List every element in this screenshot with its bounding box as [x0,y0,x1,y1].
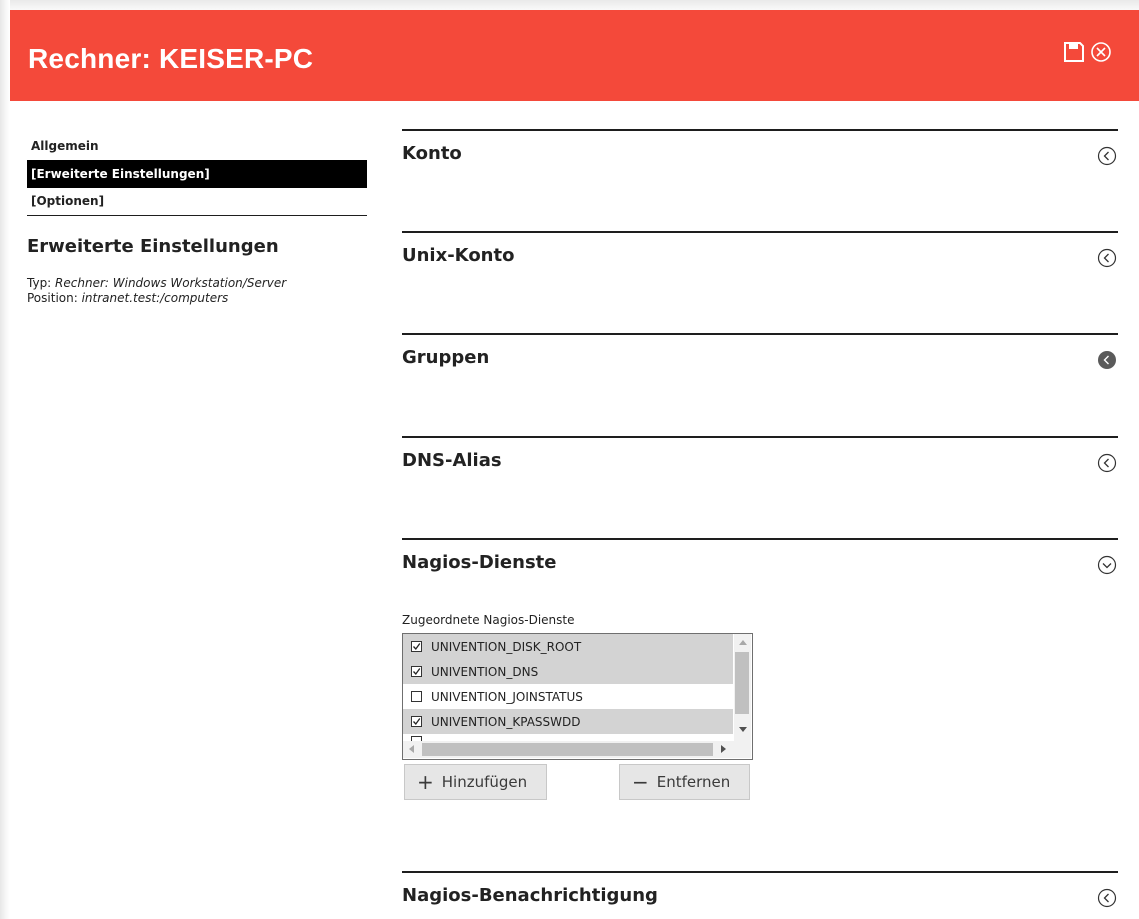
minus-icon: − [632,770,649,794]
section-gruppen: Gruppen [402,333,1118,369]
close-circle-icon[interactable] [1089,40,1113,64]
add-button-label: Hinzufügen [441,773,528,791]
section-nagios-dienste: Nagios-Dienste Zugeordnete Nagios-Dienst… [402,538,1118,800]
remove-button[interactable]: − Entfernen [619,764,750,800]
section-title-dns-alias[interactable]: DNS-Alias [402,450,502,471]
section-title-gruppen[interactable]: Gruppen [402,347,489,368]
service-name: UNIVENTION_DISK_ROOT [431,639,582,654]
service-name: UNIVENTION_JOINSTATUS [431,689,583,704]
add-button[interactable]: + Hinzufügen [404,764,547,800]
remove-button-label: Entfernen [656,773,731,791]
page-title: Erweiterte Einstellungen [27,236,279,257]
service-name: UNIVENTION_DNS [431,664,539,679]
scroll-down-icon[interactable] [739,727,747,732]
type-value: Rechner: Windows Workstation/Server [55,276,287,290]
section-title-konto[interactable]: Konto [402,143,462,164]
vertical-scrollbar[interactable] [734,634,751,741]
nav-item-allgemein[interactable]: Allgemein [27,133,367,160]
dialog-header: Rechner: KEISER-PC [10,10,1139,101]
nav-divider [27,215,367,216]
checkbox[interactable] [411,666,422,677]
window-shadow-left [0,0,10,919]
position-value: intranet.test:/computers [81,291,229,305]
list-item[interactable]: UNIVENTION_DISK_ROOT [403,634,733,659]
list-item-partial [403,734,733,741]
scroll-left-icon[interactable] [409,745,414,753]
chevron-left-icon[interactable] [1097,248,1117,268]
nagios-services-list[interactable]: UNIVENTION_DISK_ROOT UNIVENTION_DNS UNIV… [402,633,753,760]
checkbox[interactable] [411,716,422,727]
position-line: Position: intranet.test:/computers [27,291,286,306]
section-title-nagios-benachrichtigung[interactable]: Nagios-Benachrichtigung [402,885,658,906]
scrollbar-corner [734,741,751,758]
object-meta: Typ: Rechner: Windows Workstation/Server… [27,276,286,306]
section-konto: Konto [402,129,1118,166]
service-name: UNIVENTION_KPASSWDD [431,714,581,729]
position-label: Position: [27,291,82,305]
section-divider [402,333,1118,335]
section-divider [402,538,1118,540]
chevron-left-icon[interactable] [1097,350,1117,370]
nagios-services-label: Zugeordnete Nagios-Dienste [402,613,575,627]
chevron-left-icon[interactable] [1097,888,1117,908]
section-divider [402,129,1118,131]
checkbox[interactable] [411,691,422,702]
scroll-right-icon[interactable] [721,745,726,753]
section-nagios-benachrichtigung: Nagios-Benachrichtigung [402,871,1118,908]
section-title-unix-konto[interactable]: Unix-Konto [402,245,514,266]
horizontal-scroll-thumb[interactable] [422,743,713,756]
type-label: Typ: [27,276,56,290]
chevron-left-icon[interactable] [1097,453,1117,473]
type-line: Typ: Rechner: Windows Workstation/Server [27,276,286,291]
section-divider [402,231,1118,233]
vertical-scroll-thumb[interactable] [735,652,749,714]
scroll-up-icon[interactable] [739,640,747,645]
window-shadow-top [0,0,1139,10]
list-item[interactable]: UNIVENTION_KPASSWDD [403,709,733,734]
plus-icon: + [417,770,434,794]
list-item[interactable]: UNIVENTION_JOINSTATUS [403,684,733,709]
section-unix-konto: Unix-Konto [402,231,1118,268]
settings-nav: Allgemein [Erweiterte Einstellungen] [Op… [27,133,367,216]
list-item[interactable]: UNIVENTION_DNS [403,659,733,684]
chevron-left-icon[interactable] [1097,146,1117,166]
nav-item-erweiterte-einstellungen[interactable]: [Erweiterte Einstellungen] [27,160,367,188]
section-dns-alias: DNS-Alias [402,436,1118,473]
save-icon[interactable] [1062,40,1086,64]
checkbox[interactable] [411,641,422,652]
horizontal-scrollbar[interactable] [403,741,734,758]
nav-item-optionen[interactable]: [Optionen] [27,188,367,215]
section-title-nagios-dienste[interactable]: Nagios-Dienste [402,552,556,573]
chevron-down-icon[interactable] [1097,555,1117,575]
section-divider [402,871,1118,873]
section-divider [402,436,1118,438]
dialog-title: Rechner: KEISER-PC [28,43,314,74]
